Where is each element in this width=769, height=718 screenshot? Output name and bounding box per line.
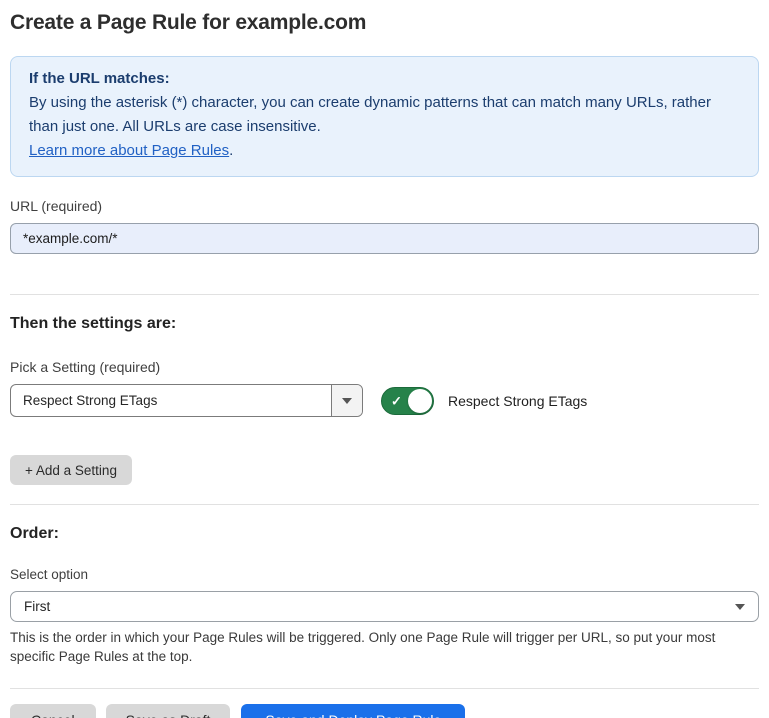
page-rule-form: Create a Page Rule for example.com If th…: [0, 11, 769, 718]
check-icon: ✓: [391, 394, 402, 407]
info-box-link-line: Learn more about Page Rules.: [29, 139, 740, 163]
order-select-label: Select option: [10, 567, 759, 582]
order-select[interactable]: First: [10, 591, 759, 622]
order-section-heading: Order:: [10, 525, 759, 543]
order-select-value: First: [24, 599, 50, 614]
info-box-heading: If the URL matches:: [29, 67, 740, 91]
page-title: Create a Page Rule for example.com: [10, 11, 759, 35]
divider: [10, 504, 759, 505]
cancel-button[interactable]: Cancel: [10, 704, 96, 718]
toggle-knob: [408, 389, 432, 413]
divider: [10, 688, 759, 689]
form-actions: Cancel Save as Draft Save and Deploy Pag…: [10, 704, 759, 718]
link-period: .: [229, 142, 233, 159]
setting-select[interactable]: Respect Strong ETags: [10, 384, 363, 417]
url-label: URL (required): [10, 198, 759, 214]
info-box-body: By using the asterisk (*) character, you…: [29, 91, 740, 139]
settings-section-heading: Then the settings are:: [10, 315, 759, 333]
url-match-info-box: If the URL matches: By using the asteris…: [10, 56, 759, 177]
order-help-text: This is the order in which your Page Rul…: [10, 628, 759, 666]
setting-row: Respect Strong ETags ✓ Respect Strong ET…: [10, 384, 759, 417]
learn-more-link[interactable]: Learn more about Page Rules: [29, 142, 229, 159]
add-setting-button[interactable]: + Add a Setting: [10, 455, 132, 485]
toggle-label: Respect Strong ETags: [448, 393, 587, 409]
url-input[interactable]: [10, 223, 759, 254]
save-as-draft-button[interactable]: Save as Draft: [106, 704, 231, 718]
chevron-down-icon: [342, 398, 352, 404]
pick-setting-label: Pick a Setting (required): [10, 359, 759, 375]
chevron-down-icon: [735, 604, 745, 610]
divider: [10, 294, 759, 295]
setting-select-value: Respect Strong ETags: [11, 385, 331, 416]
save-and-deploy-button[interactable]: Save and Deploy Page Rule: [241, 704, 465, 718]
etags-toggle[interactable]: ✓: [381, 387, 434, 415]
setting-select-arrow-button[interactable]: [331, 385, 362, 416]
